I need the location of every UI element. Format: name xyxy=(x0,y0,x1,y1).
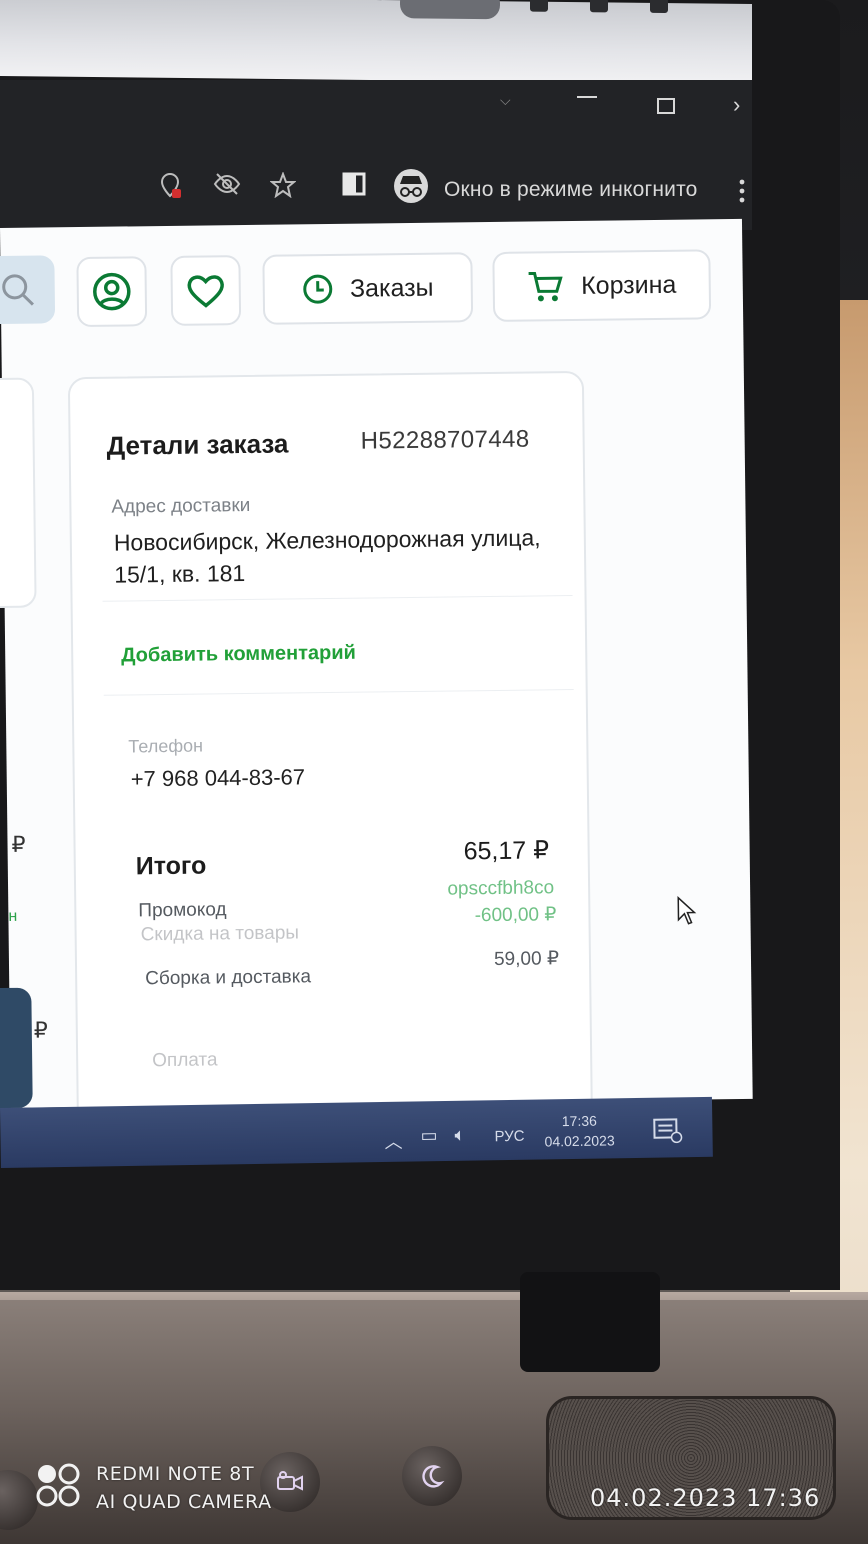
side-panel-icon[interactable] xyxy=(342,172,366,196)
maximize-button[interactable] xyxy=(657,98,675,114)
network-icon[interactable]: ▭ xyxy=(420,1125,437,1146)
taskbar-clock[interactable]: 17:36 04.02.2023 xyxy=(544,1110,615,1151)
tab-icon[interactable] xyxy=(590,0,608,13)
divider xyxy=(102,595,573,602)
browser-tab-strip xyxy=(0,0,752,84)
cart-label: Корзина xyxy=(580,270,677,300)
web-page: Заказы Корзина ₽ н ₽ Детали заказа H5228… xyxy=(0,218,753,1138)
phone-value: +7 968 044-83-67 xyxy=(130,764,306,792)
discount-value: -600,00 ₽ xyxy=(474,904,557,927)
clock-icon xyxy=(303,274,333,304)
total-value: 65,17 ₽ xyxy=(463,836,550,866)
clock-time: 17:36 xyxy=(561,1112,597,1130)
promo-code: opsccfbh8co xyxy=(447,877,555,900)
camera-type: AI QUAD CAMERA xyxy=(96,1491,272,1513)
incognito-icon[interactable] xyxy=(392,168,430,204)
profile-button[interactable] xyxy=(76,256,148,328)
location-icon[interactable] xyxy=(158,172,182,200)
order-details-card: Детали заказа H52288707448 Адрес доставк… xyxy=(67,370,594,1138)
add-comment-link[interactable]: Добавить комментарий xyxy=(121,642,356,668)
profile-icon xyxy=(93,272,131,311)
moon-icon xyxy=(422,1465,445,1488)
left-price-fragment-2: ₽ xyxy=(33,1017,48,1043)
minimize-button[interactable] xyxy=(577,96,597,98)
payment-label: Оплата xyxy=(152,1049,218,1072)
promo-label: Промокод xyxy=(138,899,227,922)
tab-pill[interactable] xyxy=(400,0,500,20)
left-price-fragment: ₽ xyxy=(11,831,26,857)
volume-icon[interactable]: 🔈︎ xyxy=(454,1125,465,1146)
chevron-right-icon[interactable]: › xyxy=(733,92,740,118)
tab-icon[interactable] xyxy=(650,0,668,14)
camera-watermark-brand: REDMI NOTE 8T AI QUAD CAMERA xyxy=(96,1460,272,1516)
heart-icon xyxy=(187,275,224,308)
delivery-value: 59,00 ₽ xyxy=(493,948,560,971)
sleep-key[interactable] xyxy=(402,1446,462,1506)
camera-model: REDMI NOTE 8T xyxy=(96,1463,255,1485)
total-label: Итого xyxy=(135,851,207,881)
cart-icon xyxy=(528,271,564,302)
star-icon[interactable] xyxy=(270,172,296,198)
browser-menu-icon[interactable] xyxy=(738,178,746,204)
divider xyxy=(103,689,574,696)
eye-off-icon[interactable] xyxy=(213,172,241,196)
tray-chevron-up-icon[interactable]: ︿ xyxy=(384,1128,402,1154)
order-details-title: Детали заказа xyxy=(106,428,289,461)
search-icon xyxy=(2,274,34,306)
video-camera-icon xyxy=(277,1471,303,1491)
laptop-lid: ⌵ › Окно в режиме инкогнито Заказы Корзи… xyxy=(0,0,840,1290)
tab-search-icon[interactable]: ⌵ xyxy=(500,92,511,109)
delivery-address-label: Адрес доставки xyxy=(111,494,251,518)
cart-button[interactable]: Корзина xyxy=(492,249,712,322)
camera-logo-icon xyxy=(36,1463,80,1507)
search-button[interactable] xyxy=(0,255,56,325)
windows-taskbar: ︿ ▭ 🔈︎ РУС 17:36 04.02.2023 xyxy=(0,1096,713,1168)
laptop-hinge xyxy=(520,1272,660,1372)
favorites-button[interactable] xyxy=(170,255,242,326)
mouse-cursor-icon xyxy=(677,896,697,925)
delivery-address: Новосибирск, Железнодорожная улица, 15/1… xyxy=(113,524,541,588)
browser-toolbar xyxy=(0,80,752,230)
notifications-icon[interactable] xyxy=(652,1117,683,1144)
camera-watermark-datetime: 04.02.2023 17:36 xyxy=(590,1484,821,1512)
orders-button[interactable]: Заказы xyxy=(262,252,474,325)
tab-icon[interactable] xyxy=(530,0,548,12)
order-number: H52288707448 xyxy=(360,425,530,455)
discount-label: Скидка на товары xyxy=(140,922,300,946)
phone-label: Телефон xyxy=(128,735,204,757)
incognito-label[interactable]: Окно в режиме инкогнито xyxy=(444,178,698,202)
left-dark-button[interactable] xyxy=(0,987,33,1109)
left-product-card[interactable] xyxy=(0,377,37,609)
orders-label: Заказы xyxy=(349,273,434,303)
left-green-fragment: н xyxy=(8,907,18,925)
language-indicator[interactable]: РУС xyxy=(494,1128,524,1145)
delivery-label: Сборка и доставка xyxy=(145,966,312,990)
clock-date: 04.02.2023 xyxy=(544,1132,615,1150)
